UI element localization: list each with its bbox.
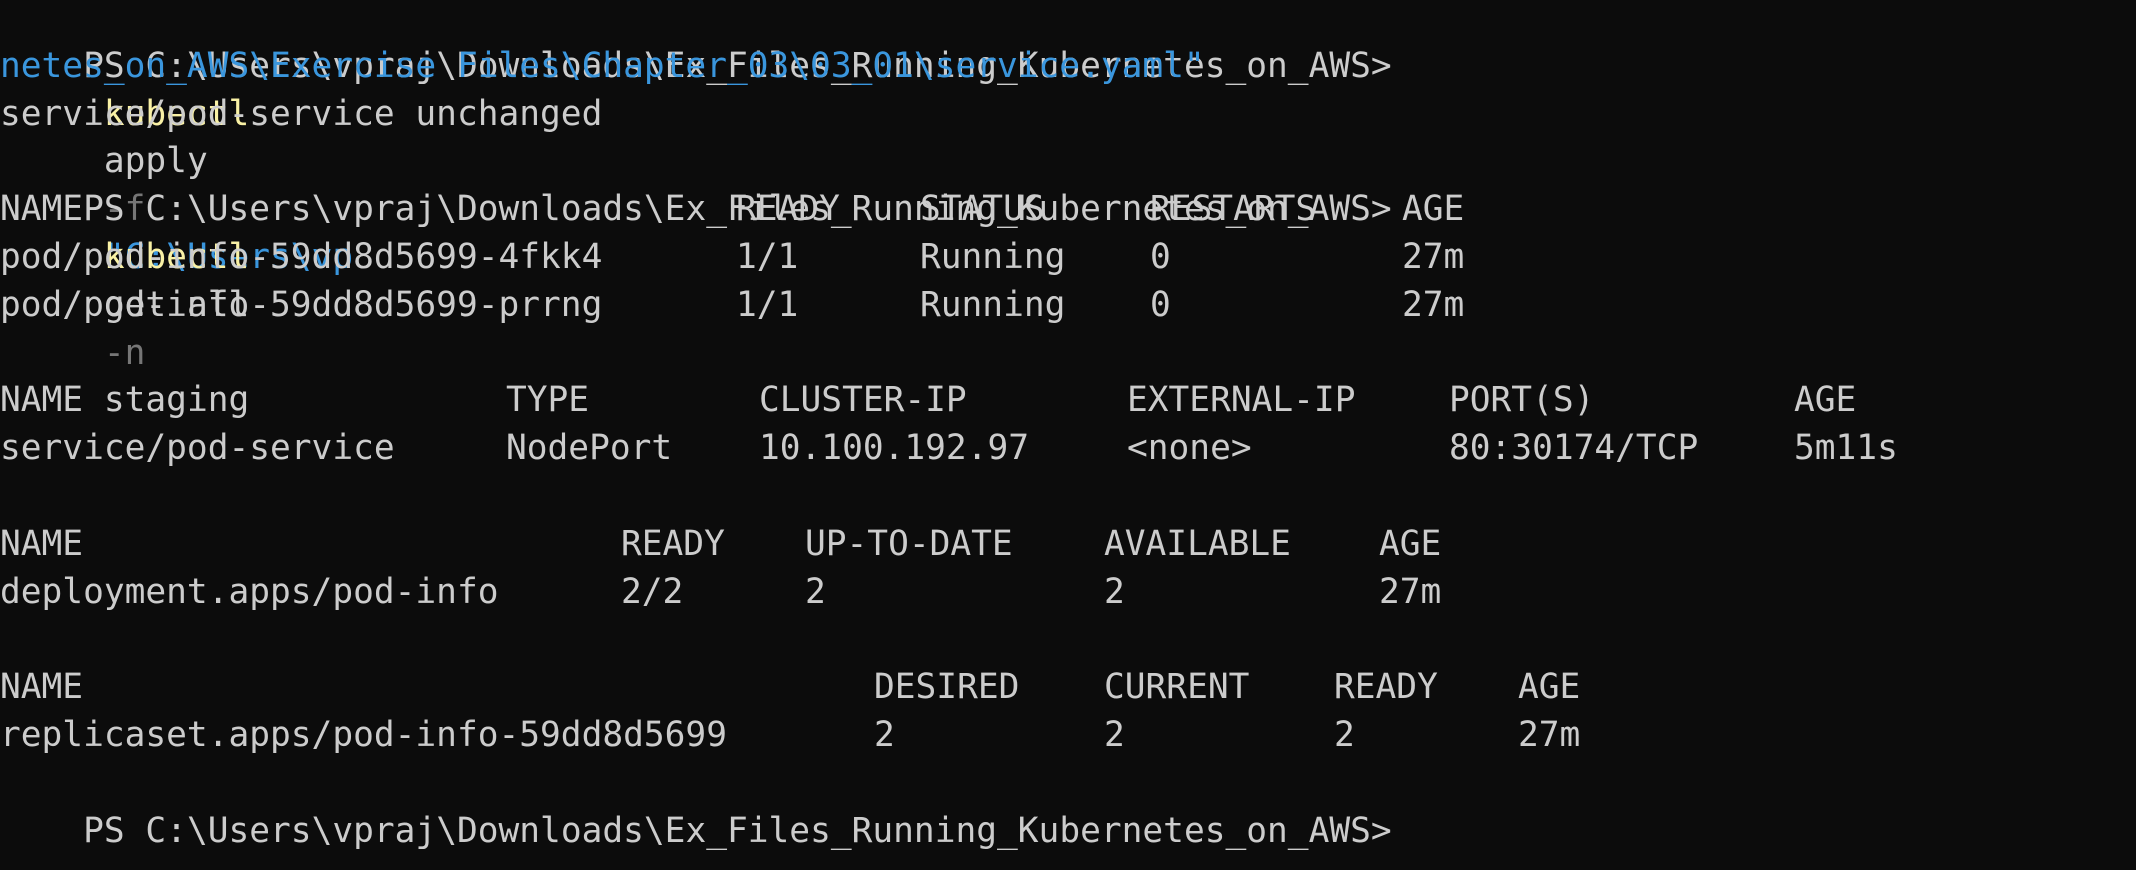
services-header-type: TYPE [506, 380, 590, 421]
pod-name: pod/pod-info-59dd8d5699-prrng [0, 284, 603, 325]
deployment-ready: 2/2 [621, 571, 684, 612]
deployments-header-name: NAME [0, 523, 84, 564]
pod-age: 27m [1402, 284, 1465, 325]
replicasets-header-desired: DESIRED [874, 667, 1020, 708]
replicasets-header-ready: READY [1334, 667, 1438, 708]
deployment-age: 27m [1379, 571, 1442, 612]
pods-header-ready: READY [736, 189, 840, 230]
pod-status: Running [920, 237, 1066, 277]
table-row: pod/pod-info-59dd8d5699-4fkk4 1/1 Runnin… [0, 234, 2136, 282]
replicasets-header-current: CURRENT [1104, 667, 1250, 708]
services-header-age: AGE [1794, 380, 1857, 421]
pods-header-row: NAME READY STATUS RESTARTS AGE [0, 186, 2136, 234]
services-header-external-ip: EXTERNAL-IP [1127, 380, 1356, 421]
pod-restarts: 0 [1150, 284, 1171, 325]
deployments-header-available: AVAILABLE [1104, 523, 1291, 564]
pods-header-status: STATUS [920, 189, 1045, 230]
pod-status: Running [920, 284, 1066, 325]
final-prompt-line[interactable]: PS C:\Users\vpraj\Downloads\Ex_Files_Run… [0, 760, 1392, 851]
deployments-header-age: AGE [1379, 523, 1442, 564]
services-header-ports: PORT(S) [1449, 380, 1595, 421]
service-name: service/pod-service [0, 428, 395, 469]
replicaset-ready: 2 [1334, 715, 1355, 755]
service-age: 5m11s [1794, 428, 1898, 469]
pods-header-age: AGE [1402, 189, 1465, 230]
deployments-header-up-to-date: UP-TO-DATE [805, 523, 1013, 564]
table-row: pod/pod-info-59dd8d5699-prrng 1/1 Runnin… [0, 282, 2136, 330]
replicaset-desired: 2 [874, 715, 895, 755]
terminal-window[interactable]: PS C:\Users\vpraj\Downloads\Ex_Files_Run… [0, 0, 2136, 870]
pod-restarts: 0 [1150, 237, 1171, 277]
pod-ready: 1/1 [736, 237, 799, 277]
service-ports: 80:30174/TCP [1449, 428, 1699, 469]
service-cluster-ip: 10.100.192.97 [759, 428, 1030, 469]
pod-age: 27m [1402, 237, 1465, 277]
pod-name: pod/pod-info-59dd8d5699-4fkk4 [0, 237, 603, 277]
replicaset-current: 2 [1104, 715, 1125, 755]
deployment-available: 2 [1104, 571, 1125, 612]
deployments-header-row: NAME READY UP-TO-DATE AVAILABLE AGE [0, 521, 2136, 569]
replicasets-header-age: AGE [1518, 667, 1581, 708]
table-row: deployment.apps/pod-info 2/2 2 2 27m [0, 569, 2136, 617]
deployment-up-to-date: 2 [805, 571, 826, 612]
replicaset-age: 27m [1518, 715, 1581, 755]
pod-ready: 1/1 [736, 284, 799, 325]
replicasets-header-name: NAME [0, 667, 84, 708]
replicasets-header-row: NAME DESIRED CURRENT READY AGE [0, 664, 2136, 712]
services-header-cluster-ip: CLUSTER-IP [759, 380, 967, 421]
command-flag: -n [103, 332, 146, 373]
table-row: service/pod-service NodePort 10.100.192.… [0, 425, 2136, 473]
command-line-apply: PS C:\Users\vpraj\Downloads\Ex_Files_Run… [0, 0, 1392, 277]
service-external-ip: <none> [1127, 428, 1252, 469]
deployments-header-ready: READY [621, 523, 725, 564]
pods-header-restarts: RESTARTS [1150, 189, 1317, 230]
services-header-name: NAME [0, 380, 84, 421]
deployment-name: deployment.apps/pod-info [0, 571, 499, 612]
services-header-row: NAME TYPE CLUSTER-IP EXTERNAL-IP PORT(S)… [0, 377, 2136, 425]
command-path-wrap: netes_on_AWS\Exercise Files\Chapter_03\0… [0, 45, 1205, 86]
table-row: replicaset.apps/pod-info-59dd8d5699 2 2 … [0, 712, 2136, 760]
prompt: PS C:\Users\vpraj\Downloads\Ex_Files_Run… [83, 810, 1392, 851]
replicaset-name: replicaset.apps/pod-info-59dd8d5699 [0, 715, 727, 755]
service-type: NodePort [506, 428, 673, 469]
pods-header-name: NAME [0, 189, 84, 230]
command-line-get: PS C:\Users\vpraj\Downloads\Ex_Files_Run… [0, 138, 1392, 420]
apply-output: service/pod-service unchanged [0, 93, 603, 134]
